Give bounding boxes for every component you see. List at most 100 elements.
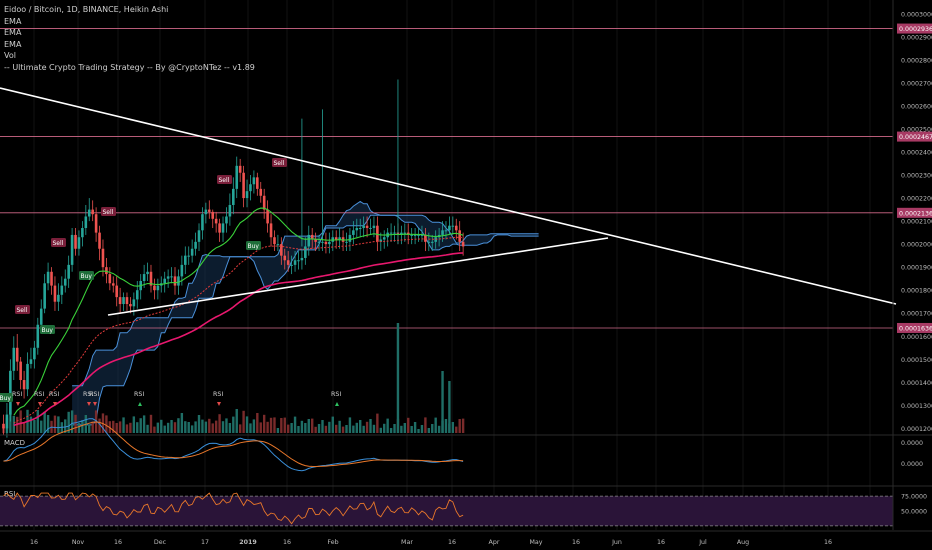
candle-body (328, 241, 331, 245)
volume-bar (345, 425, 348, 433)
volume-bar (376, 413, 379, 433)
price-tick-label: 0.0002000 (901, 242, 932, 249)
volume-bar (132, 416, 136, 433)
candle-body (197, 230, 201, 242)
price-tick-label: 0.0001500 (901, 357, 932, 364)
volume-bar (297, 426, 300, 433)
candle-body (444, 230, 448, 232)
price-tick-label: 0.0002700 (901, 80, 932, 87)
candle-body (238, 165, 242, 173)
candle-body (53, 285, 57, 302)
volume-bar (407, 417, 410, 433)
time-tick-label: Dec (154, 539, 167, 546)
volume-bar (235, 409, 238, 433)
candle-body (111, 283, 115, 286)
candle-body (273, 237, 276, 245)
volume-bar (424, 417, 427, 433)
candle-body (214, 218, 218, 224)
buy-signal-label: Buy (248, 243, 260, 250)
volume-bar (43, 411, 46, 433)
candle-body (259, 188, 263, 196)
price-tick-label: 0.0001800 (901, 288, 932, 295)
volume-bar (427, 428, 431, 433)
candle-body (290, 264, 293, 266)
rsi-signal-label: RSI (12, 391, 22, 398)
volume-bar (293, 416, 297, 433)
volume-bar (276, 428, 280, 433)
volume-bar (180, 413, 184, 433)
volume-bar (321, 420, 324, 433)
volume-bar (455, 426, 458, 433)
volume-bar (403, 423, 407, 433)
candle-body (372, 225, 376, 229)
candle-body (142, 274, 146, 281)
volume-bar (115, 423, 118, 433)
candle-body (122, 297, 125, 305)
candle-body (352, 230, 355, 235)
candle-body (242, 172, 245, 199)
candle-body (211, 211, 215, 219)
candle-body (39, 308, 43, 325)
candle-body (36, 324, 40, 348)
candle-body (57, 294, 60, 302)
rsi-signal-label: RSI (89, 391, 99, 398)
macd-tick-label: 0.0000 (901, 440, 923, 447)
volume-bar (204, 421, 208, 433)
chart-legend: Eidoo / Bitcoin, 1D, BINANCE, Heikin Ash… (4, 4, 255, 73)
candle-body (283, 255, 287, 261)
candle-body (19, 361, 22, 381)
candle-body (307, 234, 311, 247)
candle-body (33, 347, 36, 360)
candle-body (300, 257, 304, 261)
rsi-tick-label: 50.0000 (901, 508, 927, 515)
candle-body (87, 209, 91, 217)
macd-title: MACD (4, 439, 25, 447)
candle-body (43, 283, 46, 309)
volume-bar (77, 423, 81, 433)
volume-bar (190, 425, 194, 433)
candle-body (81, 228, 84, 238)
time-tick-label: Jul (698, 539, 707, 546)
candle-body (67, 264, 70, 279)
volume-bar (242, 410, 245, 433)
time-tick-label: Aug (737, 539, 749, 546)
volume-bar (125, 424, 129, 433)
candle-body (321, 241, 324, 243)
volume-bar-spike (448, 381, 451, 433)
volume-bar (91, 421, 94, 433)
candle-body (190, 248, 194, 256)
volume-bar (22, 422, 26, 433)
volume-bar (266, 421, 269, 433)
candle-body (63, 278, 67, 286)
candle-body (129, 304, 132, 307)
candle-body (382, 237, 386, 240)
candle-body (225, 216, 228, 224)
volume-bar (389, 428, 393, 433)
candle-body (413, 234, 417, 236)
candle-body (15, 347, 19, 362)
time-tick-label: 2019 (239, 539, 257, 546)
price-tick-label: 0.0001700 (901, 311, 932, 318)
volume-bar-spike (441, 371, 444, 433)
rsi-tick-label: 75.0000 (901, 494, 927, 501)
price-tick-label: 0.0002800 (901, 57, 932, 64)
legend-ema-3: EMA (4, 39, 22, 49)
candle-body (365, 225, 369, 229)
candle-body (12, 347, 16, 371)
volume-bar (149, 414, 153, 433)
volume-bar (163, 425, 166, 433)
volume-bar (122, 417, 125, 433)
candle-body (26, 363, 29, 390)
candle-body (135, 290, 139, 300)
volume-bar (238, 424, 242, 433)
volume-bar (177, 418, 180, 433)
volume-bar (431, 424, 434, 433)
volume-bar (36, 410, 39, 433)
volume-bar (383, 423, 386, 433)
volume-bar-spike (396, 323, 400, 433)
chart-svg[interactable]: 0.0002936 0.0002467 0.0002136 0.0001636 Sel… (0, 0, 932, 550)
candle-body (173, 276, 177, 286)
level-badge-label: 0.0002136 (899, 210, 932, 217)
volume-bar (33, 420, 36, 433)
volume-bar (259, 422, 262, 433)
